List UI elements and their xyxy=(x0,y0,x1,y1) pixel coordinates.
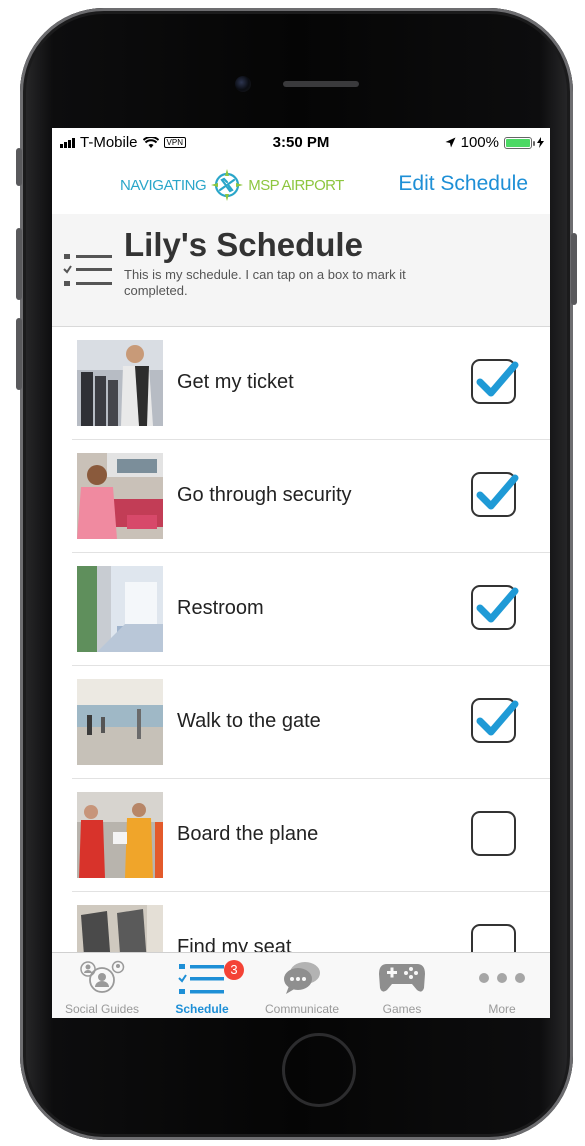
tab-more[interactable]: More xyxy=(452,953,550,1018)
edit-schedule-button[interactable]: Edit Schedule xyxy=(398,172,528,196)
home-button[interactable] xyxy=(282,1033,356,1107)
schedule-item-label: Board the plane xyxy=(177,823,319,845)
schedule-item-get-my-ticket[interactable]: Get my ticket xyxy=(72,327,550,440)
security-photo xyxy=(77,453,163,539)
mute-switch xyxy=(16,148,22,186)
tab-label: Schedule xyxy=(175,1002,229,1016)
tab-communicate[interactable]: Communicate xyxy=(252,953,352,1018)
tab-games[interactable]: Games xyxy=(352,953,452,1018)
completed-checkbox[interactable] xyxy=(471,472,519,517)
status-bar: T-Mobile VPN 3:50 PM 100% xyxy=(52,128,550,156)
completed-checkbox[interactable] xyxy=(471,698,519,743)
schedule-header: Lily's Schedule This is my schedule. I c… xyxy=(52,214,550,327)
chat-bubbles-icon xyxy=(284,962,320,994)
app-logo: NAVIGATING MSP AIRPORT xyxy=(120,168,344,202)
schedule-item-go-through-security[interactable]: Go through security xyxy=(72,440,550,553)
boarding-photo xyxy=(77,792,163,878)
earpiece-speaker xyxy=(283,81,359,87)
logo-text-msp: MSP AIRPORT xyxy=(248,176,344,194)
app-screen: T-Mobile VPN 3:50 PM 100% NAVIGATING MSP… xyxy=(52,128,550,1018)
tab-social-guides[interactable]: Social Guides xyxy=(52,953,152,1018)
charging-bolt-icon xyxy=(537,137,544,148)
nav-bar: NAVIGATING MSP AIRPORT Edit Schedule xyxy=(52,156,550,215)
schedule-title: Lily's Schedule xyxy=(124,226,363,263)
schedule-list-icon xyxy=(178,964,224,994)
cabin-seat-photo xyxy=(77,905,163,952)
schedule-badge: 3 xyxy=(224,960,244,980)
tab-label: More xyxy=(488,1002,516,1016)
tab-label: Communicate xyxy=(264,1002,340,1016)
schedule-item-label: Go through security xyxy=(177,484,352,506)
schedule-list[interactable]: Get my ticket Go through security Restro… xyxy=(52,327,550,952)
completed-checkbox[interactable] xyxy=(471,359,519,404)
schedule-item-restroom[interactable]: Restroom xyxy=(72,553,550,666)
tab-label: Games xyxy=(382,1002,422,1016)
tab-bar: Social Guides Schedule 3 Communicate Gam… xyxy=(52,952,550,1018)
completed-checkbox[interactable] xyxy=(471,585,519,630)
compass-plane-icon xyxy=(211,169,244,201)
front-camera xyxy=(235,76,251,92)
volume-down-button xyxy=(16,318,22,390)
ticket-kiosk-photo xyxy=(77,340,163,426)
more-dots-icon xyxy=(479,973,525,983)
checkmark-icon xyxy=(476,700,519,736)
power-button xyxy=(571,233,577,305)
empty-checkbox[interactable] xyxy=(471,924,516,952)
location-arrow-icon xyxy=(445,137,456,148)
schedule-item-walk-to-the-gate[interactable]: Walk to the gate xyxy=(72,666,550,779)
schedule-item-label: Get my ticket xyxy=(177,371,294,393)
logo-text-navigating: NAVIGATING xyxy=(120,176,207,194)
restroom-photo xyxy=(77,566,163,652)
social-guides-icon xyxy=(80,960,125,993)
schedule-item-find-my-seat[interactable]: Find my seat xyxy=(72,892,550,952)
gamepad-icon xyxy=(379,964,425,992)
schedule-subtitle: This is my schedule. I can tap on a box … xyxy=(124,267,406,298)
schedule-item-label: Restroom xyxy=(177,597,264,619)
schedule-list-icon xyxy=(63,254,112,286)
schedule-item-label: Find my seat xyxy=(177,936,292,952)
schedule-item-label: Walk to the gate xyxy=(177,710,321,732)
battery-icon xyxy=(504,136,535,149)
tab-label: Social Guides xyxy=(64,1002,140,1016)
empty-checkbox[interactable] xyxy=(471,811,516,856)
checkmark-icon xyxy=(476,474,519,510)
terminal-photo xyxy=(77,679,163,765)
checkmark-icon xyxy=(476,361,519,397)
schedule-item-board-the-plane[interactable]: Board the plane xyxy=(72,779,550,892)
battery-percent: 100% xyxy=(460,134,499,151)
checkmark-icon xyxy=(476,587,519,623)
volume-up-button xyxy=(16,228,22,300)
